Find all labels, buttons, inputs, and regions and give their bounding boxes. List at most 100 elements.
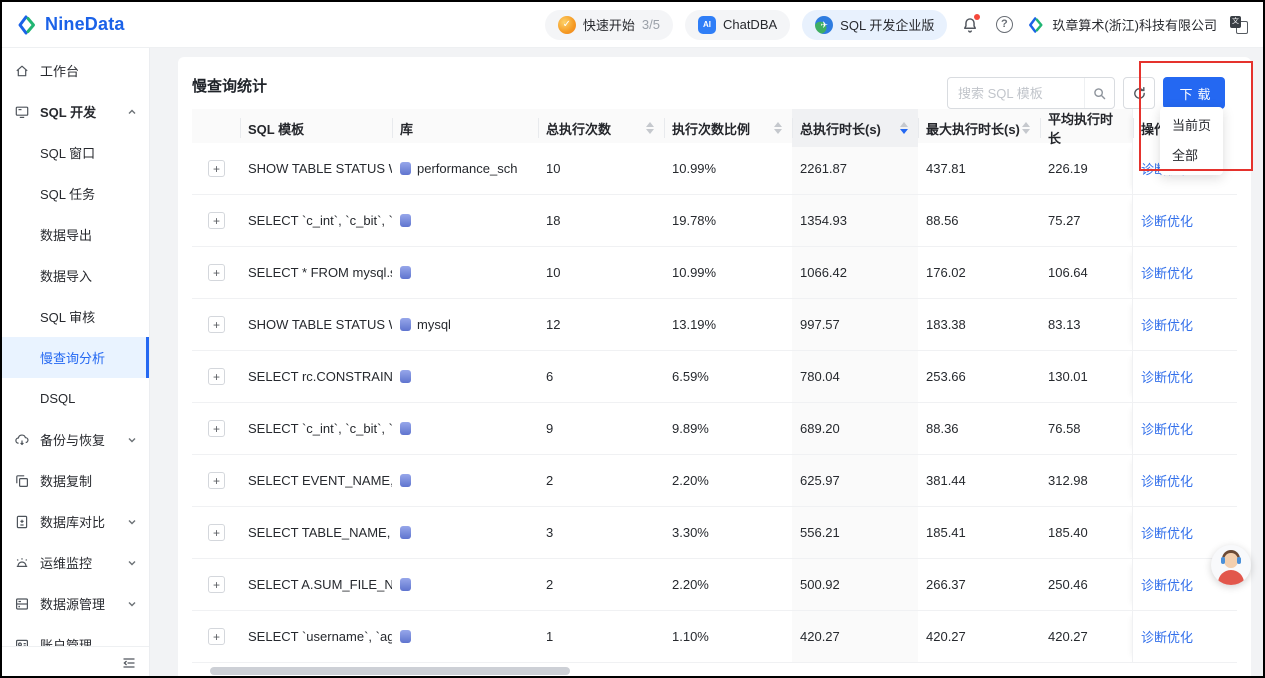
sql-template-cell: SELECT `c_int`, `c_bit`, `... (240, 421, 392, 436)
sql-template-cell: SELECT * FROM mysql.slo... (240, 265, 392, 280)
expand-row-button[interactable]: + (208, 524, 225, 541)
table-row: + SELECT EVENT_NAME, ro... 2 2.20% 625.9… (192, 455, 1237, 507)
expand-cell: + (192, 160, 240, 177)
diagnose-optimize-link[interactable]: 诊断优化 (1141, 315, 1193, 334)
sort-icon[interactable] (646, 122, 654, 134)
total-time-cell: 689.20 (792, 403, 918, 454)
column-header-exec-ratio[interactable]: 执行次数比例 (664, 109, 792, 147)
help-icon[interactable]: ? (993, 14, 1015, 36)
total-time-cell: 556.21 (792, 507, 918, 558)
sidebar: 工作台 SQL 开发 SQL 窗口 SQL 任务 数据导出 数据导入 SQL 审… (2, 48, 150, 678)
quick-start-progress: 3/5 (642, 17, 660, 32)
company-menu[interactable]: 玖章算术(浙江)科技有限公司 (1027, 15, 1217, 34)
diagnose-optimize-link[interactable]: 诊断优化 (1141, 627, 1193, 646)
sidebar-item-sql-review[interactable]: SQL 审核 (2, 296, 149, 337)
sidebar-item-workbench[interactable]: 工作台 (2, 50, 149, 91)
sort-icon[interactable] (1022, 122, 1030, 134)
database-cell (392, 370, 538, 383)
diagnose-optimize-link[interactable]: 诊断优化 (1141, 471, 1193, 490)
expand-cell: + (192, 524, 240, 541)
quick-start-pill[interactable]: ✓ 快速开始 3/5 (545, 10, 673, 40)
diagnose-optimize-link[interactable]: 诊断优化 (1141, 263, 1193, 282)
action-cell: 诊断优化 (1132, 195, 1237, 246)
expand-row-button[interactable]: + (208, 628, 225, 645)
scrollbar-thumb[interactable] (210, 667, 570, 675)
expand-row-button[interactable]: + (208, 472, 225, 489)
expand-row-button[interactable]: + (208, 160, 225, 177)
company-logo-icon (1027, 16, 1045, 34)
refresh-button[interactable] (1123, 77, 1155, 109)
sidebar-item-db-compare[interactable]: 数据库对比 (2, 501, 149, 542)
expand-row-button[interactable]: + (208, 576, 225, 593)
avg-time-cell: 420.27 (1040, 629, 1132, 644)
refresh-icon (1132, 86, 1147, 101)
headset-icon (1221, 557, 1225, 564)
max-time-cell: 253.66 (918, 369, 1040, 384)
expand-row-button[interactable]: + (208, 212, 225, 229)
sidebar-item-dsql[interactable]: DSQL (2, 378, 149, 419)
sidebar-item-data-export[interactable]: 数据导出 (2, 214, 149, 255)
collapse-sidebar-icon[interactable] (121, 655, 137, 671)
chatdba-pill[interactable]: AI ChatDBA (685, 10, 790, 40)
diagnose-optimize-link[interactable]: 诊断优化 (1141, 211, 1193, 230)
expand-row-button[interactable]: + (208, 264, 225, 281)
sort-icon[interactable] (774, 122, 782, 134)
expand-row-button[interactable]: + (208, 368, 225, 385)
search-icon[interactable] (1084, 78, 1114, 108)
total-exec-cell: 2 (538, 473, 664, 488)
avg-time-cell: 130.01 (1040, 369, 1132, 384)
expand-row-button[interactable]: + (208, 420, 225, 437)
column-header-max-time[interactable]: 最大执行时长(s) (918, 109, 1040, 147)
sidebar-item-data-import[interactable]: 数据导入 (2, 255, 149, 296)
total-exec-cell: 3 (538, 525, 664, 540)
download-button[interactable]: 下载 (1163, 77, 1225, 109)
brand-logo[interactable]: NineData (16, 14, 125, 36)
diagnose-optimize-link[interactable]: 诊断优化 (1141, 523, 1193, 542)
sidebar-item-datasource-management[interactable]: 数据源管理 (2, 583, 149, 624)
table-row: + SHOW TABLE STATUS WH... performance_sc… (192, 143, 1237, 195)
edition-pill[interactable]: ✈ SQL 开发企业版 (802, 10, 947, 40)
database-icon (400, 422, 411, 435)
sort-icon-active-desc[interactable] (900, 122, 908, 134)
avg-time-cell: 226.19 (1040, 161, 1132, 176)
exec-ratio-cell: 10.99% (664, 265, 792, 280)
search-input[interactable] (948, 86, 1084, 101)
max-time-cell: 437.81 (918, 161, 1040, 176)
download-all-option[interactable]: 全部 (1160, 141, 1223, 171)
database-icon (400, 370, 411, 383)
notification-bell-icon[interactable] (959, 14, 981, 36)
avg-time-cell: 185.40 (1040, 525, 1132, 540)
column-header-total-time[interactable]: 总执行时长(s) (792, 109, 918, 147)
total-exec-cell: 6 (538, 369, 664, 384)
sidebar-item-sql-window[interactable]: SQL 窗口 (2, 132, 149, 173)
alarm-monitor-icon (14, 555, 30, 571)
diagnose-optimize-link[interactable]: 诊断优化 (1141, 419, 1193, 438)
column-header-total-exec[interactable]: 总执行次数 (538, 109, 664, 147)
expand-cell: + (192, 264, 240, 281)
sidebar-item-data-replication[interactable]: 数据复制 (2, 460, 149, 501)
quick-start-label: 快速开始 (583, 15, 635, 34)
total-exec-cell: 2 (538, 577, 664, 592)
table-body: + SHOW TABLE STATUS WH... performance_sc… (192, 143, 1237, 663)
customer-support-avatar[interactable] (1211, 545, 1251, 585)
language-switch-icon[interactable]: 文 (1229, 15, 1249, 35)
total-time-cell: 500.92 (792, 559, 918, 610)
sidebar-item-sql-dev[interactable]: SQL 开发 (2, 91, 149, 132)
exec-ratio-cell: 13.19% (664, 317, 792, 332)
download-current-page-option[interactable]: 当前页 (1160, 111, 1223, 141)
max-time-cell: 266.37 (918, 577, 1040, 592)
table-row: + SELECT `c_int`, `c_bit`, `... 18 19.78… (192, 195, 1237, 247)
action-cell: 诊断优化 (1132, 455, 1237, 506)
sidebar-item-ops-monitoring[interactable]: 运维监控 (2, 542, 149, 583)
table-header-row: SQL 模板 库 总执行次数 执行次数比例 总执行时长(s) 最大执行时长(s)… (192, 109, 1237, 143)
table-row: + SELECT TABLE_NAME, PA... 3 3.30% 556.2… (192, 507, 1237, 559)
sidebar-item-slow-query-analysis[interactable]: 慢查询分析 (2, 337, 149, 378)
diagnose-optimize-link[interactable]: 诊断优化 (1141, 367, 1193, 386)
database-icon (400, 630, 411, 643)
diagnose-optimize-link[interactable]: 诊断优化 (1141, 575, 1193, 594)
sidebar-item-sql-task[interactable]: SQL 任务 (2, 173, 149, 214)
sidebar-item-backup-restore[interactable]: 备份与恢复 (2, 419, 149, 460)
slow-query-card: 慢查询统计 下载 当前页 (178, 57, 1251, 678)
expand-row-button[interactable]: + (208, 316, 225, 333)
total-time-cell: 780.04 (792, 351, 918, 402)
